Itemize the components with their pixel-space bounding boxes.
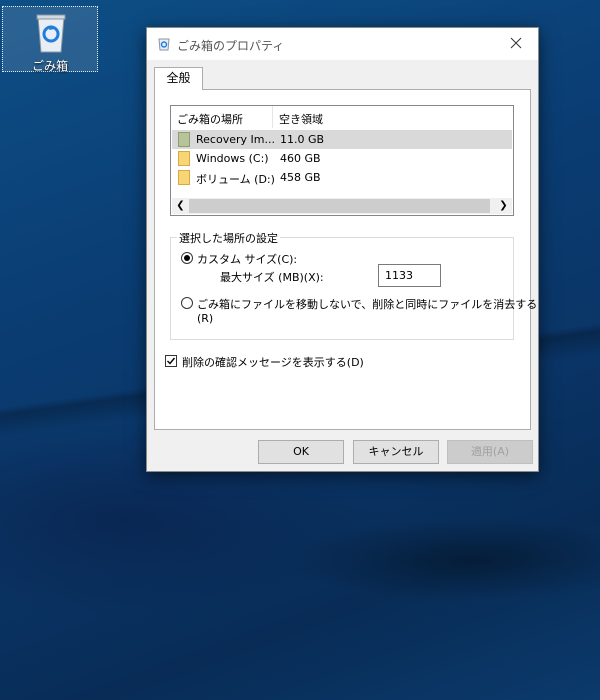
folder-icon [178, 170, 190, 185]
dialog-title: ごみ箱のプロパティ [177, 39, 285, 53]
tab-general[interactable]: 全般 [154, 67, 203, 90]
list-item-free: 460 GB [280, 152, 321, 165]
title-bar[interactable]: ごみ箱のプロパティ [147, 28, 538, 60]
custom-size-radio[interactable] [181, 252, 193, 264]
recycle-bin-label: ごみ箱 [31, 59, 68, 73]
group-label: 選択した場所の設定 [177, 230, 280, 246]
folder-icon [178, 151, 190, 166]
column-header-free-space[interactable]: 空き領域 [279, 111, 323, 127]
confirm-delete-checkbox[interactable] [165, 355, 177, 367]
scroll-left-icon[interactable]: ❮ [172, 198, 189, 214]
max-size-input[interactable] [378, 264, 441, 287]
cancel-button[interactable]: キャンセル [353, 440, 439, 464]
general-tab-panel: ごみ箱の場所 空き領域 Recovery Im... 11.0 GB Windo… [154, 89, 537, 430]
drive-gray-icon [178, 132, 190, 147]
list-item[interactable]: Windows (C:) 460 GB [172, 149, 512, 168]
horizontal-scrollbar[interactable]: ❮ ❯ [172, 198, 512, 214]
checkmark-icon [167, 357, 176, 365]
location-list[interactable]: ごみ箱の場所 空き領域 Recovery Im... 11.0 GB Windo… [170, 105, 514, 216]
list-item-name: Recovery Im... [196, 133, 275, 146]
recycle-bin-icon [36, 14, 66, 53]
close-icon [510, 37, 522, 49]
list-item[interactable]: Recovery Im... 11.0 GB [172, 130, 512, 149]
max-size-label: 最大サイズ (MB)(X): [220, 271, 324, 284]
scroll-right-icon[interactable]: ❯ [495, 198, 512, 214]
list-item-free: 11.0 GB [280, 133, 325, 146]
delete-immediately-label-suffix[interactable]: (R) [197, 312, 213, 325]
list-item-free: 458 GB [280, 171, 321, 184]
ok-button[interactable]: OK [258, 440, 344, 464]
confirm-delete-label[interactable]: 削除の確認メッセージを表示する(D) [182, 354, 364, 370]
close-button[interactable] [494, 28, 538, 60]
recycle-bin-small-icon [158, 38, 170, 51]
list-item-name: Windows (C:) [196, 152, 269, 165]
list-item-name: ボリューム (D:) [196, 173, 275, 186]
apply-button[interactable]: 適用(A) [447, 440, 533, 464]
recycle-bin-desktop-icon[interactable]: ごみ箱 [2, 6, 98, 73]
custom-size-label[interactable]: カスタム サイズ(C): [197, 251, 297, 267]
column-separator [272, 106, 273, 128]
delete-immediately-radio[interactable] [181, 297, 193, 309]
column-header-location[interactable]: ごみ箱の場所 [177, 111, 243, 127]
scroll-thumb[interactable] [189, 199, 490, 213]
location-settings-group: 選択した場所の設定 カスタム サイズ(C): 最大サイズ (MB)(X): ごみ… [170, 230, 537, 340]
list-item[interactable]: ボリューム (D:) 458 GB [172, 168, 512, 187]
recycle-bin-properties-dialog: ごみ箱のプロパティ 全般 ごみ箱の場所 空き領域 Recovery Im... … [146, 27, 539, 472]
delete-immediately-label[interactable]: ごみ箱にファイルを移動しないで、削除と同時にファイルを消去する [197, 296, 537, 312]
list-header: ごみ箱の場所 空き領域 [171, 106, 513, 129]
